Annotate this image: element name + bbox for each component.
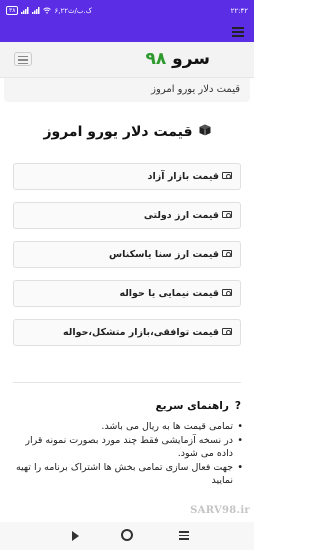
app-title-bar <box>0 22 254 42</box>
breadcrumb: قیمت دلار یورو امروز <box>4 78 250 102</box>
category-item-nima[interactable]: قیمت نیمایی یا حواله <box>13 280 241 307</box>
status-bar: ۳۸ ۶,۲۲ک.ب/ث ۲۲:۴۲ <box>0 0 254 22</box>
logo-word: سرو <box>172 49 210 69</box>
recent-apps-icon[interactable] <box>179 531 189 541</box>
signal-icon <box>21 7 29 14</box>
hamburger-menu-button[interactable] <box>14 52 32 66</box>
category-item-agreement[interactable]: قیمت توافقی،بازار متشکل،حواله <box>13 319 241 346</box>
site-header: سرو ۹۸ <box>0 42 254 78</box>
category-label: قیمت ارز دولتی <box>144 210 232 221</box>
battery-icon: ۳۸ <box>6 6 19 15</box>
network-speed: ۶,۲۲ک.ب/ث <box>54 6 92 15</box>
page-title-text: قیمت دلار یورو امروز <box>43 124 193 140</box>
guide-list: تمامی قیمت ها به ریال می باشد. در نسخه آ… <box>13 420 243 488</box>
category-label: قیمت بازار آزاد <box>148 171 232 182</box>
home-icon[interactable] <box>121 529 133 541</box>
category-list: قیمت بازار آزاد قیمت ارز دولتی قیمت ارز … <box>13 163 241 358</box>
category-label: قیمت نیمایی یا حواله <box>119 288 232 299</box>
question-icon: ? <box>234 400 241 412</box>
money-bill-icon <box>222 211 232 218</box>
money-bill-icon <box>222 328 232 335</box>
guide-title: ?راهنمای سریع <box>155 400 241 412</box>
category-item-government[interactable]: قیمت ارز دولتی <box>13 202 241 229</box>
back-icon[interactable] <box>72 531 79 541</box>
money-bill-icon <box>222 172 232 179</box>
category-item-sana[interactable]: قیمت ارز سنا یاسکناس <box>13 241 241 268</box>
money-bill-icon <box>222 289 232 296</box>
wifi-icon <box>43 7 52 14</box>
guide-item: تمامی قیمت ها به ریال می باشد. <box>13 420 243 433</box>
category-label: قیمت توافقی،بازار متشکل،حواله <box>63 327 232 338</box>
system-nav-bar <box>0 522 254 550</box>
signal-icon-2 <box>32 7 40 14</box>
status-time: ۲۲:۴۲ <box>230 7 248 15</box>
guide-item: در نسخه آزمایشی فقط چند مورد بصورت نمونه… <box>13 434 243 460</box>
top-menu-icon[interactable] <box>232 27 244 37</box>
status-left-group: ۳۸ ۶,۲۲ک.ب/ث <box>6 6 92 15</box>
category-item-free-market[interactable]: قیمت بازار آزاد <box>13 163 241 190</box>
category-label: قیمت ارز سنا یاسکناس <box>109 249 232 260</box>
logo-number: ۹۸ <box>145 49 167 69</box>
page-title: قیمت دلار یورو امروز <box>0 124 254 140</box>
cube-icon <box>199 124 211 136</box>
money-bill-icon <box>222 250 232 257</box>
watermark: SARV98.ir <box>190 505 250 516</box>
breadcrumb-current: قیمت دلار یورو امروز <box>151 84 240 95</box>
section-divider <box>13 382 241 383</box>
site-logo[interactable]: سرو ۹۸ <box>145 49 210 69</box>
guide-item: جهت فعال سازی تمامی بخش ها اشتراک برنامه… <box>13 461 243 487</box>
